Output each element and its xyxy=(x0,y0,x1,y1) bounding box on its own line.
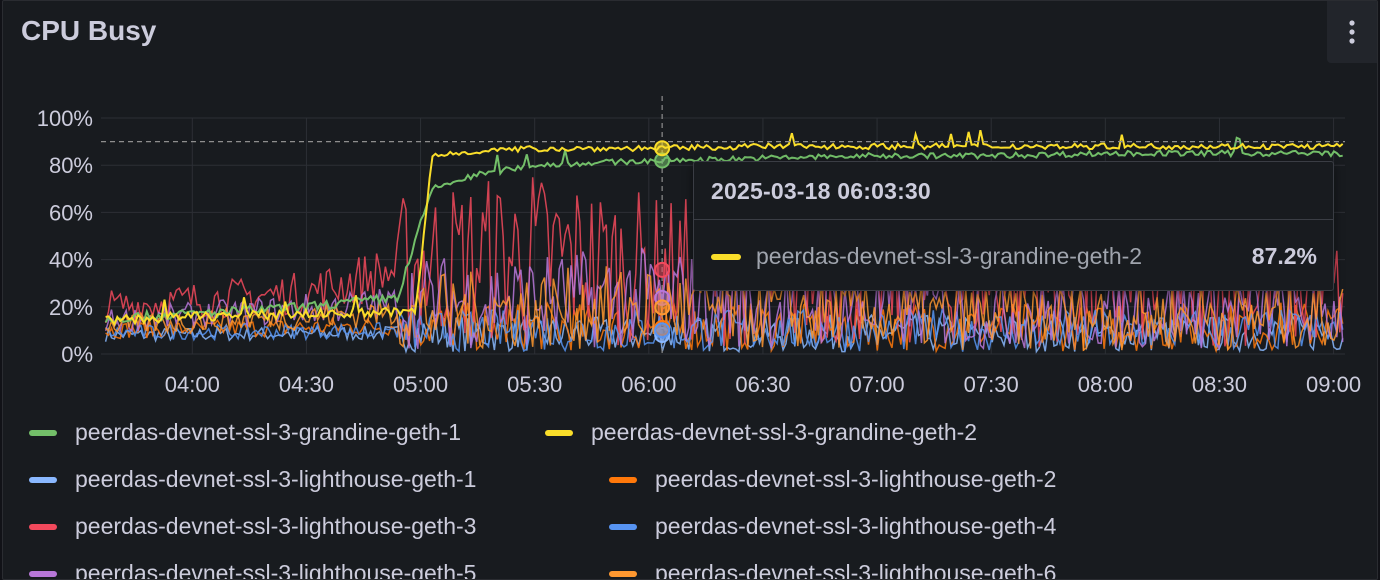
x-tick-label: 08:30 xyxy=(1192,372,1247,397)
legend-label: peerdas-devnet-ssl-3-lighthouse-geth-5 xyxy=(75,560,477,580)
legend-item[interactable]: peerdas-devnet-ssl-3-lighthouse-geth-6 xyxy=(609,560,1057,580)
legend-swatch xyxy=(29,523,57,530)
x-tick-label: 08:00 xyxy=(1078,372,1133,397)
legend-label: peerdas-devnet-ssl-3-lighthouse-geth-2 xyxy=(655,466,1057,492)
legend-label: peerdas-devnet-ssl-3-grandine-geth-2 xyxy=(591,419,978,445)
x-tick-label: 04:00 xyxy=(165,372,220,397)
x-tick-label: 04:30 xyxy=(279,372,334,397)
x-tick-label: 05:30 xyxy=(507,372,562,397)
legend-swatch xyxy=(29,570,57,577)
legend-item[interactable]: peerdas-devnet-ssl-3-lighthouse-geth-1 xyxy=(29,466,476,493)
legend-item[interactable]: peerdas-devnet-ssl-3-lighthouse-geth-4 xyxy=(609,513,1056,540)
legend-swatch xyxy=(609,570,637,577)
y-tick-label: 40% xyxy=(49,248,93,273)
tooltip-value: 87.2% xyxy=(1251,243,1317,269)
legend-item[interactable]: peerdas-devnet-ssl-3-lighthouse-geth-5 xyxy=(29,560,477,580)
tooltip-time: 2025-03-18 06:03:30 xyxy=(711,178,931,204)
legend-item[interactable]: peerdas-devnet-ssl-3-lighthouse-geth-3 xyxy=(29,513,476,540)
y-tick-label: 60% xyxy=(49,200,93,225)
tooltip-series-name: peerdas-devnet-ssl-3-grandine-geth-2 xyxy=(756,243,1143,269)
legend-swatch xyxy=(609,476,637,483)
legend-label: peerdas-devnet-ssl-3-lighthouse-geth-4 xyxy=(655,513,1057,539)
x-tick-label: 07:30 xyxy=(964,372,1019,397)
legend-item[interactable]: peerdas-devnet-ssl-3-lighthouse-geth-2 xyxy=(609,466,1056,493)
legend-swatch xyxy=(545,429,573,436)
y-tick-label: 0% xyxy=(61,342,93,367)
legend-label: peerdas-devnet-ssl-3-grandine-geth-1 xyxy=(75,419,462,445)
y-tick-label: 20% xyxy=(49,295,93,320)
y-tick-label: 100% xyxy=(37,106,93,131)
x-tick-label: 05:00 xyxy=(393,372,448,397)
hover-point-peerdas-devnet-ssl-3-lighthouse-geth-3 xyxy=(654,261,671,278)
legend-label: peerdas-devnet-ssl-3-lighthouse-geth-6 xyxy=(655,560,1057,580)
tooltip-series-swatch xyxy=(711,254,741,260)
legend-swatch xyxy=(29,429,57,436)
x-tick-label: 09:00 xyxy=(1306,372,1361,397)
hover-point-peerdas-devnet-ssl-3-lighthouse-geth-4 xyxy=(654,322,671,339)
legend-item[interactable]: peerdas-devnet-ssl-3-grandine-geth-1 xyxy=(29,419,461,446)
legend-label: peerdas-devnet-ssl-3-lighthouse-geth-1 xyxy=(75,466,477,492)
legend-item[interactable]: peerdas-devnet-ssl-3-grandine-geth-2 xyxy=(545,419,977,446)
x-tick-label: 06:00 xyxy=(621,372,676,397)
x-tick-label: 06:30 xyxy=(735,372,790,397)
chart-tooltip: 2025-03-18 06:03:30 peerdas-devnet-ssl-3… xyxy=(693,161,1334,291)
x-tick-label: 07:00 xyxy=(850,372,905,397)
tooltip-divider xyxy=(694,219,1333,220)
hover-point-peerdas-devnet-ssl-3-grandine-geth-2 xyxy=(654,140,671,157)
cpu-busy-panel: CPU Busy 0% 20% 40% 60% 80% 100% 04:00 04:30 05:… xyxy=(2,0,1378,580)
legend-label: peerdas-devnet-ssl-3-lighthouse-geth-3 xyxy=(75,513,477,539)
legend-swatch xyxy=(29,476,57,483)
y-tick-label: 80% xyxy=(49,153,93,178)
hover-point-peerdas-devnet-ssl-3-lighthouse-geth-6 xyxy=(654,299,671,316)
legend-swatch xyxy=(609,523,637,530)
